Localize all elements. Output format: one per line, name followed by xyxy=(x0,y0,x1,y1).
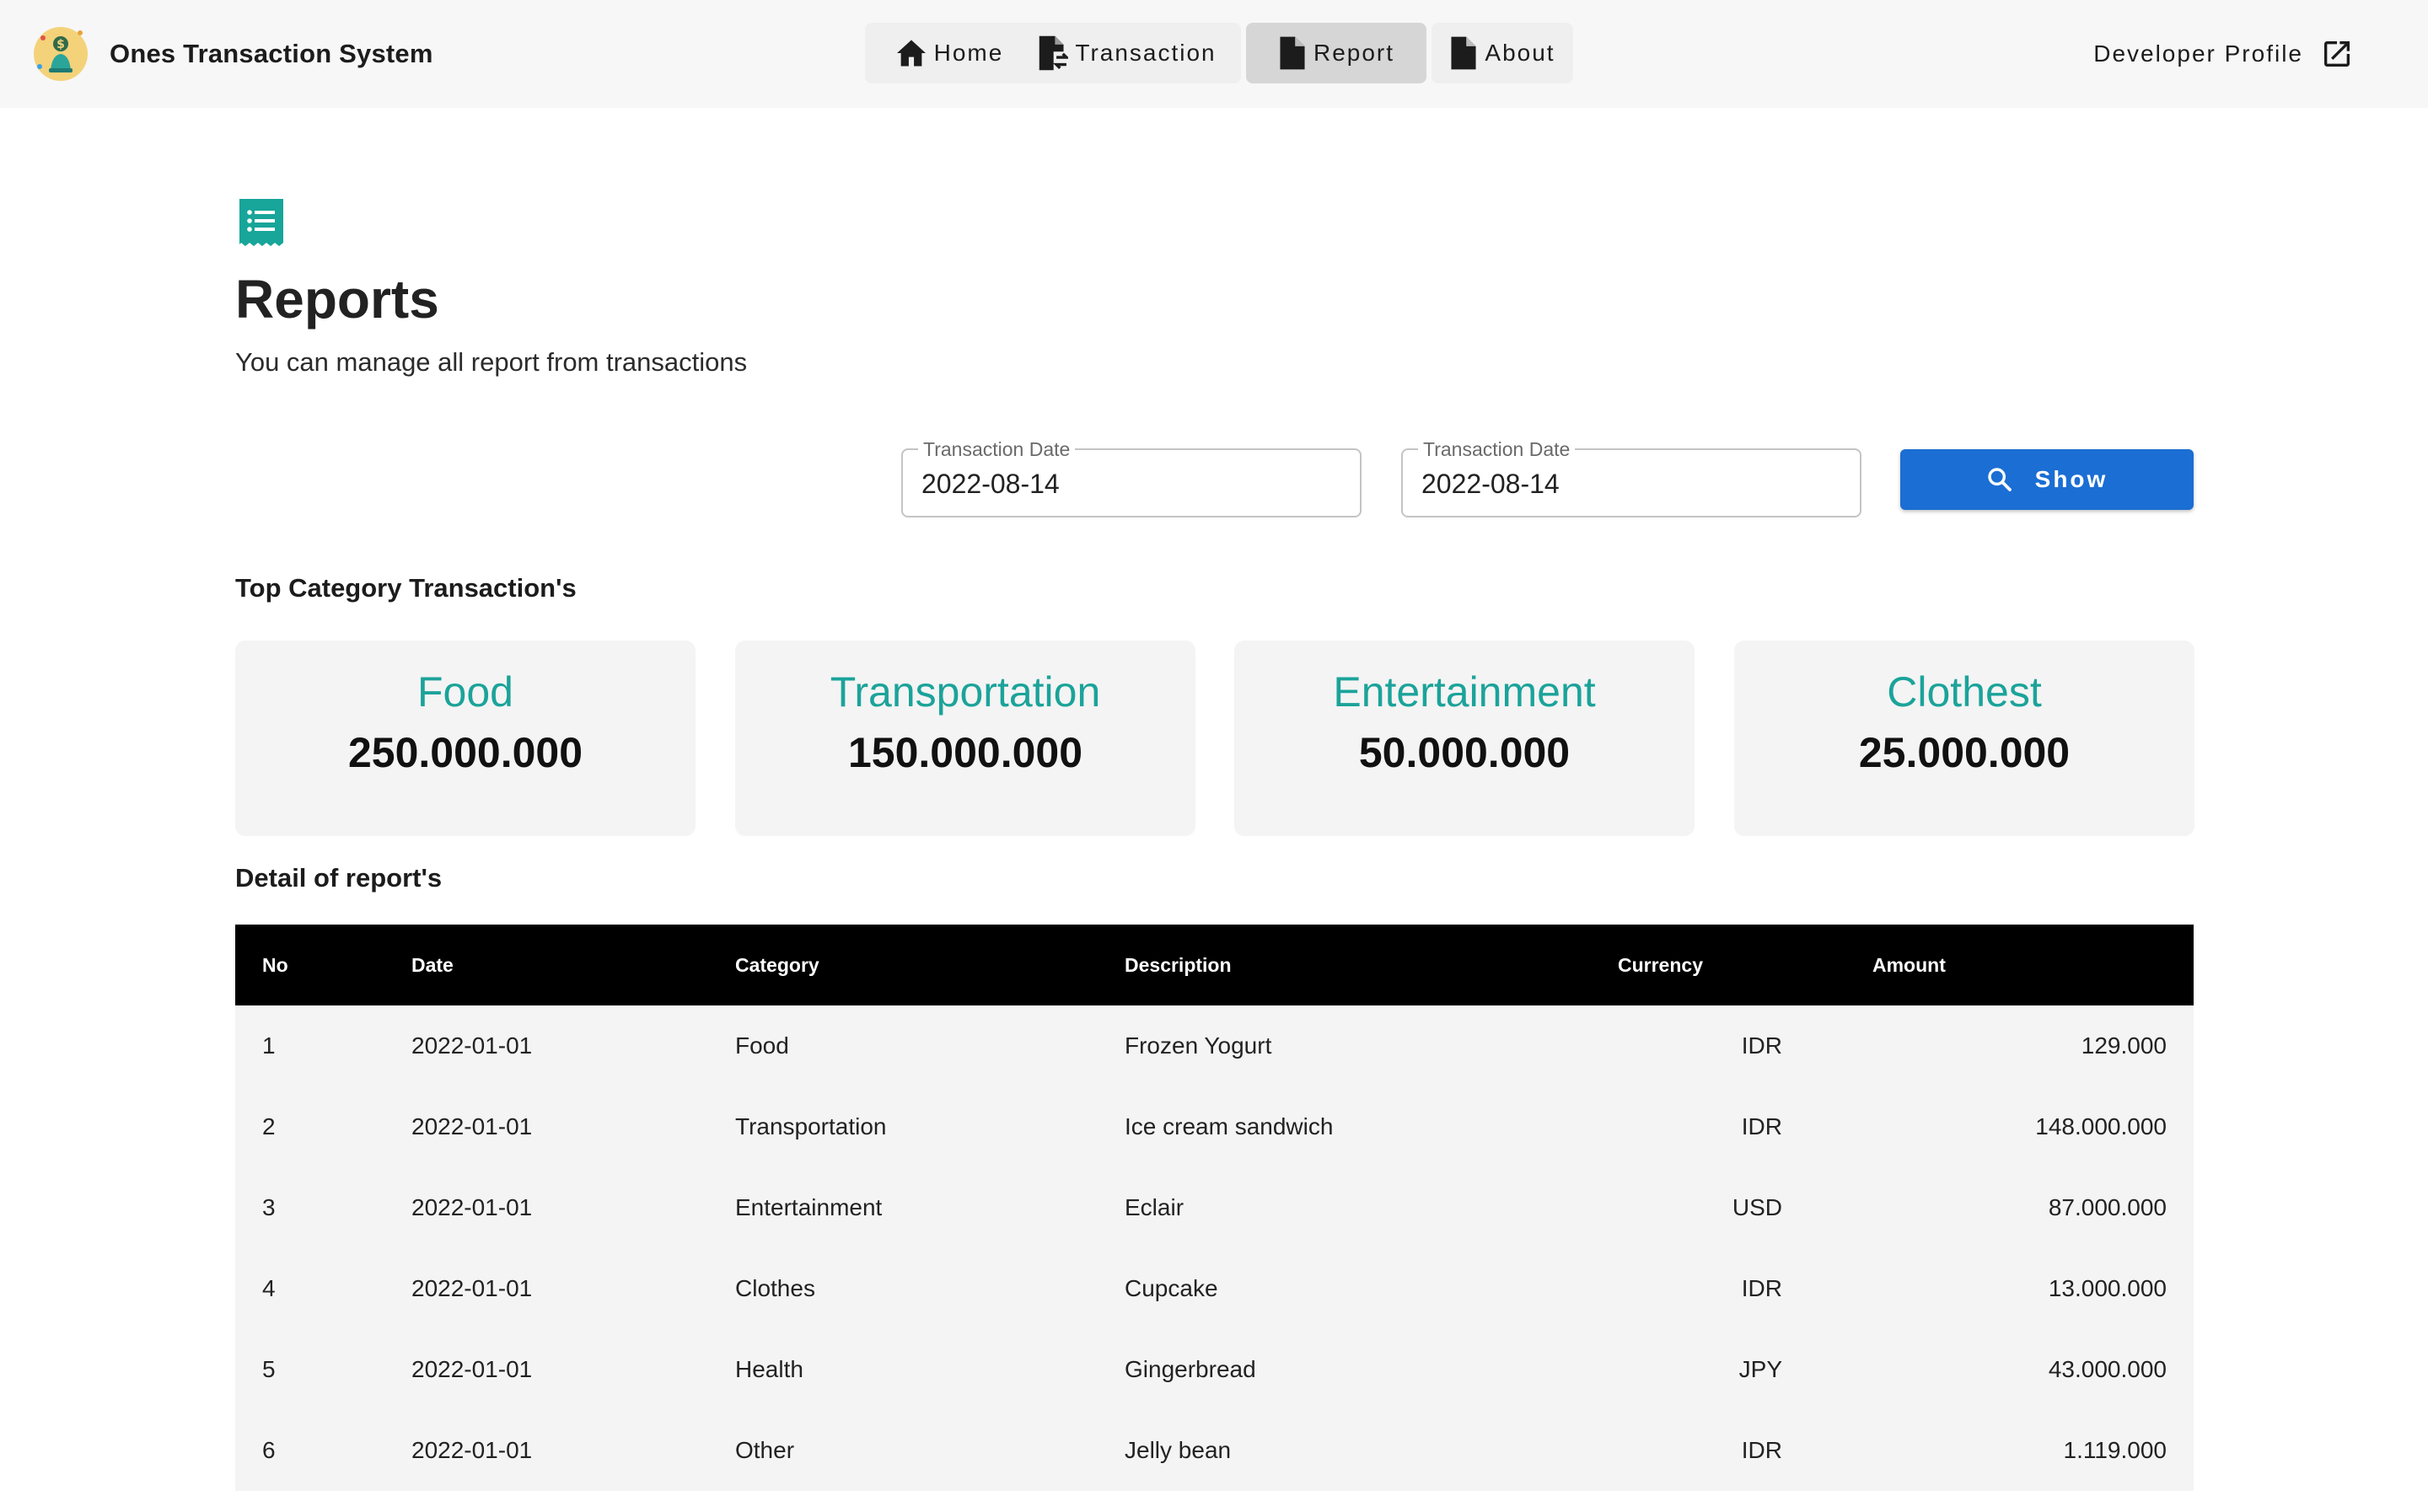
start-date-field[interactable]: Transaction Date xyxy=(901,438,1362,517)
cell-currency: IDR xyxy=(1741,1032,1782,1059)
cell-description: Eclair xyxy=(1125,1194,1184,1220)
cell-no: 1 xyxy=(262,1032,276,1059)
cell-date: 2022-01-01 xyxy=(411,1275,533,1301)
show-button-label: Show xyxy=(2034,466,2108,492)
cell-category: Entertainment xyxy=(735,1194,883,1220)
nav-transaction[interactable]: Transaction xyxy=(1012,23,1241,83)
cell-description: Ice cream sandwich xyxy=(1125,1113,1334,1139)
cell-category: Clothes xyxy=(735,1275,815,1301)
cell-description: Gingerbread xyxy=(1125,1356,1256,1382)
svg-text:$: $ xyxy=(56,38,65,51)
cell-date: 2022-01-01 xyxy=(411,1032,533,1059)
developer-profile-link[interactable]: Developer Profile xyxy=(2093,32,2354,76)
file-icon xyxy=(1451,36,1476,70)
cell-currency: IDR xyxy=(1741,1437,1782,1463)
cell-category: Health xyxy=(735,1356,803,1382)
cell-category: Food xyxy=(735,1032,789,1059)
category-amount: 25.000.000 xyxy=(1858,729,2071,776)
cell-description: Cupcake xyxy=(1125,1275,1218,1301)
cell-amount: 87.000.000 xyxy=(2048,1194,2167,1220)
report-table: No Date Category Description Currency Am… xyxy=(235,925,2194,1491)
cell-no: 4 xyxy=(262,1275,276,1301)
category-name: Transportation xyxy=(830,668,1101,716)
start-date-label: Transaction Date xyxy=(918,438,1076,461)
table-row[interactable]: 1 2022-01-01 Food Frozen Yogurt IDR 129.… xyxy=(235,1005,2194,1086)
cell-date: 2022-01-01 xyxy=(411,1437,533,1463)
column-header-currency[interactable]: Currency xyxy=(1618,925,1703,1005)
cell-no: 6 xyxy=(262,1437,276,1463)
column-header-no[interactable]: No xyxy=(262,925,288,1005)
show-button[interactable]: Show xyxy=(1900,449,2194,510)
cell-date: 2022-01-01 xyxy=(411,1194,533,1220)
column-header-amount[interactable]: Amount xyxy=(1872,925,1946,1005)
cell-description: Frozen Yogurt xyxy=(1125,1032,1272,1059)
money-person-icon: $ xyxy=(49,36,73,72)
receipt-icon xyxy=(239,199,283,246)
nav-home[interactable]: Home xyxy=(865,23,1034,83)
page-subtitle: You can manage all report from transacti… xyxy=(235,347,748,377)
app-logo: $ xyxy=(34,27,88,81)
start-date-input[interactable] xyxy=(921,465,1326,502)
brand[interactable]: $ Ones Transaction System xyxy=(34,25,433,83)
column-header-description[interactable]: Description xyxy=(1125,925,1232,1005)
cell-category: Other xyxy=(735,1437,795,1463)
table-header: No Date Category Description Currency Am… xyxy=(235,925,2194,1005)
nav-about-label: About xyxy=(1485,40,1555,66)
cell-category: Transportation xyxy=(735,1113,887,1139)
end-date-label: Transaction Date xyxy=(1418,438,1576,461)
nav-report-label: Report xyxy=(1313,40,1395,66)
cell-date: 2022-01-01 xyxy=(411,1356,533,1382)
category-amount: 150.000.000 xyxy=(847,729,1083,776)
nav-about[interactable]: About xyxy=(1432,23,1573,83)
end-date-field[interactable]: Transaction Date xyxy=(1401,438,1861,517)
search-icon xyxy=(1987,468,2012,491)
app-title: Ones Transaction System xyxy=(110,39,433,68)
table-row[interactable]: 4 2022-01-01 Clothes Cupcake IDR 13.000.… xyxy=(235,1248,2194,1329)
cell-amount: 129.000 xyxy=(2081,1032,2167,1059)
top-app-bar: $ Ones Transaction System Home Transacti… xyxy=(0,0,2428,108)
main-nav: Home Transaction Report About xyxy=(865,23,1573,83)
category-amount: 50.000.000 xyxy=(1358,729,1571,776)
cell-date: 2022-01-01 xyxy=(411,1113,533,1139)
cell-no: 5 xyxy=(262,1356,276,1382)
cell-amount: 13.000.000 xyxy=(2048,1275,2167,1301)
developer-profile-label: Developer Profile xyxy=(2093,40,2303,67)
table-row[interactable]: 3 2022-01-01 Entertainment Eclair USD 87… xyxy=(235,1167,2194,1248)
nav-report[interactable]: Report xyxy=(1246,23,1426,83)
column-header-date[interactable]: Date xyxy=(411,925,454,1005)
category-card: Clothest 25.000.000 xyxy=(1734,641,2194,836)
page-title: Reports xyxy=(235,269,439,330)
category-card: Entertainment 50.000.000 xyxy=(1234,641,1695,836)
detail-heading: Detail of report's xyxy=(235,863,443,893)
home-icon xyxy=(896,40,926,67)
file-exchange-icon xyxy=(1039,35,1069,71)
cell-currency: IDR xyxy=(1741,1275,1782,1301)
cell-no: 3 xyxy=(262,1194,276,1220)
cell-currency: IDR xyxy=(1741,1113,1782,1139)
top-category-heading: Top Category Transaction's xyxy=(235,573,577,603)
file-icon xyxy=(1280,36,1305,70)
nav-transaction-label: Transaction xyxy=(1075,40,1217,66)
open-in-new-icon xyxy=(2324,41,2350,67)
cell-amount: 148.000.000 xyxy=(2035,1113,2167,1139)
table-row[interactable]: 5 2022-01-01 Health Gingerbread JPY 43.0… xyxy=(235,1329,2194,1410)
cell-currency: USD xyxy=(1732,1194,1782,1220)
category-amount: 250.000.000 xyxy=(347,729,583,776)
category-card: Transportation 150.000.000 xyxy=(735,641,1195,836)
end-date-input[interactable] xyxy=(1421,465,1826,502)
category-name: Entertainment xyxy=(1333,668,1596,716)
table-row[interactable]: 6 2022-01-01 Other Jelly bean IDR 1.119.… xyxy=(235,1410,2194,1491)
nav-home-label: Home xyxy=(933,40,1004,66)
category-card: Food 250.000.000 xyxy=(235,641,696,836)
cell-amount: 1.119.000 xyxy=(2063,1437,2167,1463)
cell-currency: JPY xyxy=(1738,1356,1782,1382)
column-header-category[interactable]: Category xyxy=(735,925,819,1005)
table-row[interactable]: 2 2022-01-01 Transportation Ice cream sa… xyxy=(235,1086,2194,1167)
cell-amount: 43.000.000 xyxy=(2048,1356,2167,1382)
cell-no: 2 xyxy=(262,1113,276,1139)
category-name: Clothest xyxy=(1887,668,2042,716)
category-name: Food xyxy=(417,668,513,716)
cell-description: Jelly bean xyxy=(1125,1437,1232,1463)
